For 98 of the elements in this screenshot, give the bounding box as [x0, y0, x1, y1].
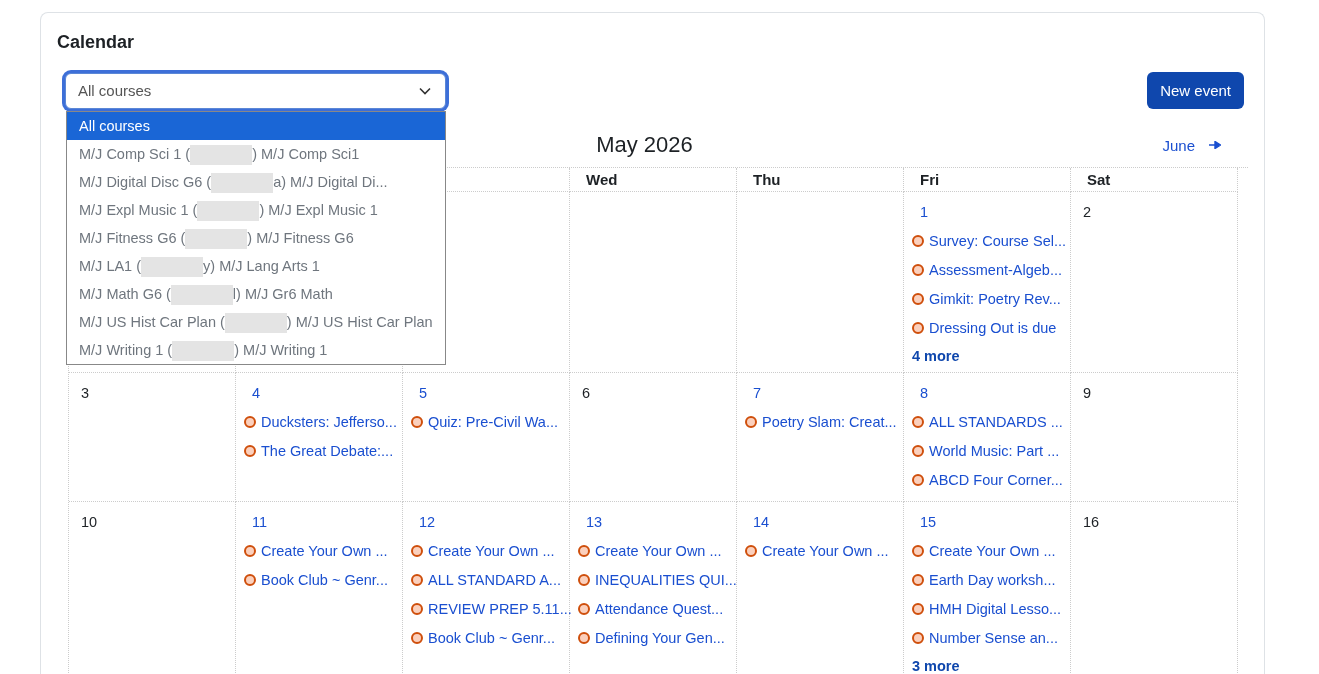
event-dot-icon [912, 473, 924, 486]
card-title: Calendar [57, 31, 136, 53]
event-link[interactable]: REVIEW PREP 5.11... [428, 600, 572, 617]
redacted-block [224, 312, 287, 333]
redacted-block [141, 256, 204, 277]
event-link[interactable]: ALL STANDARDS ... [929, 413, 1063, 430]
more-events-link[interactable]: 4 more [912, 347, 960, 365]
event-dot-icon [912, 321, 924, 334]
event-dot-icon [244, 544, 256, 557]
redacted-block [170, 284, 233, 305]
event-dot-icon [912, 292, 924, 305]
event-link[interactable]: HMH Digital Lesso... [929, 600, 1062, 617]
event-link[interactable]: Dressing Out is due [929, 319, 1057, 336]
event-dot-icon [411, 631, 423, 644]
event-dot-icon [745, 544, 757, 557]
redacted-block [190, 144, 253, 165]
event-dot-icon [912, 263, 924, 276]
event-dot-icon [578, 631, 590, 644]
day-number: 6 [581, 384, 591, 403]
event-link[interactable]: Defining Your Gen... [595, 629, 725, 646]
event-link[interactable]: Earth Day worksh... [929, 571, 1056, 588]
month-title: May 2026 [596, 132, 693, 158]
dropdown-option[interactable]: All courses [67, 111, 445, 140]
event-dot-icon [912, 444, 924, 457]
event-link[interactable]: Attendance Quest... [595, 600, 724, 617]
event-dot-icon [411, 415, 423, 428]
weekday-header: Sat [1071, 168, 1238, 192]
event-dot-icon [745, 415, 757, 428]
weekday-header: Thu [737, 168, 904, 192]
dropdown-option[interactable]: M/J Digital Disc G6 ( a) M/J Digital Di... [67, 167, 445, 196]
event-link[interactable]: ALL STANDARD A... [428, 571, 561, 588]
dropdown-option[interactable]: M/J US Hist Car Plan ( ) M/J US Hist Car Plan [67, 307, 445, 336]
event-dot-icon [912, 234, 924, 247]
event-link[interactable]: Create Your Own ... [595, 542, 722, 559]
event-link[interactable]: Book Club ~ Genr... [428, 629, 555, 646]
weekday-header: Fri [904, 168, 1071, 192]
event-link[interactable]: The Great Debate:... [261, 442, 394, 459]
dropdown-option[interactable]: M/J Math G6 ( l) M/J Gr6 Math [67, 279, 445, 308]
day-number-link[interactable]: 1 [912, 201, 929, 223]
event-dot-icon [411, 544, 423, 557]
day-number-link[interactable]: 11 [244, 511, 268, 533]
event-dot-icon [411, 602, 423, 615]
day-number: 3 [80, 384, 90, 403]
event-dot-icon [912, 573, 924, 586]
redacted-block [211, 172, 274, 193]
event-dot-icon [912, 415, 924, 428]
day-number-link[interactable]: 8 [912, 382, 929, 404]
event-link[interactable]: Survey: Course Sel... [929, 232, 1066, 249]
day-number: 2 [1082, 203, 1092, 222]
event-link[interactable]: Create Your Own ... [762, 542, 889, 559]
event-link[interactable]: Assessment-Algeb... [929, 261, 1062, 278]
event-link[interactable]: Quiz: Pre-Civil Wa... [428, 413, 558, 430]
course-select[interactable]: All courses [65, 72, 446, 109]
day-number-link[interactable]: 4 [244, 382, 261, 404]
redacted-block [172, 340, 235, 361]
day-number-link[interactable]: 14 [745, 511, 770, 533]
day-number-link[interactable]: 7 [745, 382, 762, 404]
next-month-link[interactable]: June [1162, 136, 1221, 154]
event-dot-icon [411, 573, 423, 586]
day-number: 10 [80, 513, 98, 532]
dropdown-option[interactable]: M/J Expl Music 1 ( ) M/J Expl Music 1 [67, 195, 445, 224]
event-link[interactable]: INEQUALITIES QUI... [595, 571, 737, 588]
event-link[interactable]: Gimkit: Poetry Rev... [929, 290, 1061, 307]
dropdown-option[interactable]: M/J Comp Sci 1 ( ) M/J Comp Sci1 [67, 139, 445, 168]
weekday-header: Wed [570, 168, 737, 192]
dropdown-option[interactable]: M/J Fitness G6 ( ) M/J Fitness G6 [67, 223, 445, 252]
event-dot-icon [244, 415, 256, 428]
chevron-down-icon [419, 86, 431, 95]
day-number-link[interactable]: 5 [411, 382, 428, 404]
event-dot-icon [912, 631, 924, 644]
redacted-block [185, 228, 248, 249]
day-number-link[interactable]: 13 [578, 511, 603, 533]
day-number-link[interactable]: 12 [411, 511, 436, 533]
dropdown-option[interactable]: M/J Writing 1 ( ) M/J Writing 1 [67, 335, 445, 364]
event-link[interactable]: Create Your Own ... [261, 542, 388, 559]
arrow-right-icon [1209, 141, 1221, 149]
event-link[interactable]: Create Your Own ... [929, 542, 1056, 559]
event-dot-icon [578, 602, 590, 615]
event-dot-icon [912, 544, 924, 557]
event-dot-icon [578, 544, 590, 557]
more-events-link[interactable]: 3 more [912, 657, 960, 674]
event-dot-icon [244, 444, 256, 457]
day-number: 9 [1082, 384, 1092, 403]
redacted-block [197, 200, 260, 221]
event-link[interactable]: World Music: Part ... [929, 442, 1060, 459]
day-number: 16 [1082, 513, 1100, 532]
event-link[interactable]: Number Sense an... [929, 629, 1058, 646]
event-link[interactable]: Ducksters: Jefferso... [261, 413, 397, 430]
dropdown-option[interactable]: M/J LA1 ( y) M/J Lang Arts 1 [67, 251, 445, 280]
event-link[interactable]: Book Club ~ Genr... [261, 571, 388, 588]
event-link[interactable]: Poetry Slam: Creat... [762, 413, 897, 430]
new-event-button[interactable]: New event [1147, 72, 1244, 109]
event-dot-icon [244, 573, 256, 586]
event-dot-icon [912, 602, 924, 615]
day-number-link[interactable]: 15 [912, 511, 937, 533]
event-link[interactable]: ABCD Four Corner... [929, 471, 1063, 488]
event-link[interactable]: Create Your Own ... [428, 542, 555, 559]
event-dot-icon [578, 573, 590, 586]
